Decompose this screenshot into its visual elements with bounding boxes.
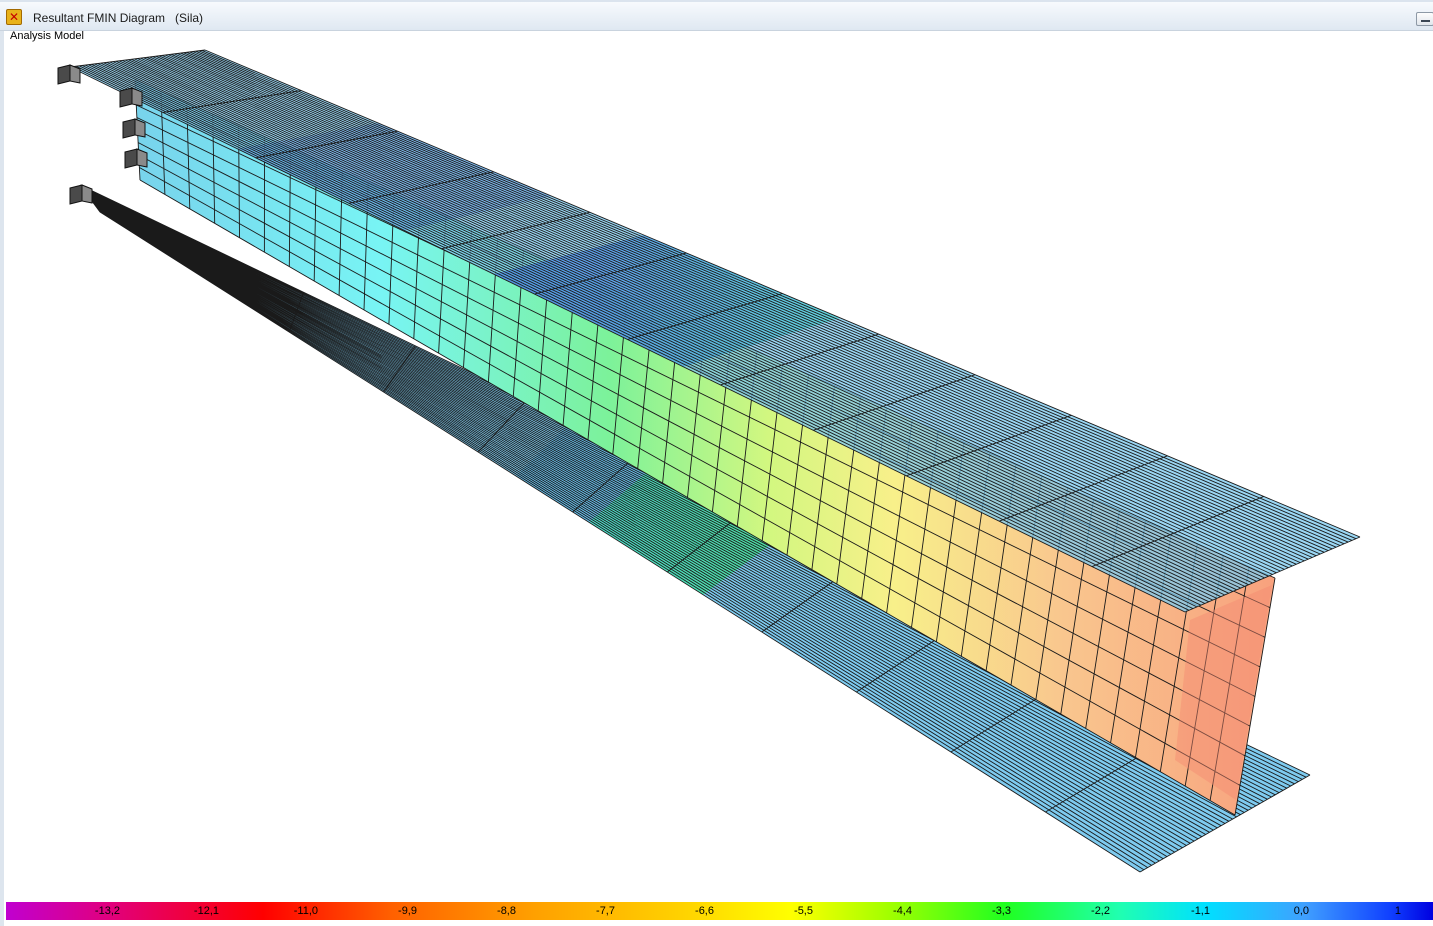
app-window: ✕ Resultant FMIN Diagram (Sila) Analysis…	[0, 0, 1433, 926]
legend-tick-label: -9,9	[398, 905, 417, 917]
legend-tick-label: -4,4	[893, 905, 912, 917]
support-icon-side	[81, 184, 93, 204]
legend-tick-label: -1,1	[1191, 905, 1210, 917]
legend-tick-label: 0,0	[1293, 905, 1309, 917]
support-icon	[124, 148, 138, 169]
app-logo-icon[interactable]: ✕	[6, 9, 22, 25]
support-icon	[122, 118, 136, 139]
window-title: Resultant FMIN Diagram (Sila)	[33, 11, 204, 25]
restore-window-icon[interactable]	[1416, 12, 1433, 26]
support-icon	[57, 64, 71, 85]
legend-tick-label: -5,5	[794, 905, 813, 917]
legend-tick-label: -12,1	[193, 905, 219, 917]
support-icon	[69, 184, 83, 205]
legend-tick-label: -8,8	[497, 905, 516, 917]
legend-tick-label: -6,6	[695, 905, 714, 917]
legend-tick-label: -7,7	[596, 905, 615, 917]
model-label: Analysis Model	[10, 30, 84, 42]
legend-tick-label: -3,3	[992, 905, 1011, 917]
support-icon	[119, 87, 133, 108]
window-frame-left	[0, 31, 4, 926]
title-bar: ✕ Resultant FMIN Diagram (Sila)	[0, 0, 1433, 31]
legend-tick-label: -11,0	[293, 905, 318, 917]
legend-tick-label: -2,2	[1091, 905, 1110, 917]
legend-tick-label: -13,2	[94, 905, 120, 917]
color-scale-legend: -13,2 -12,1 -11,0 -9,9 -8,8 -7,7 -6,6 -5,5 -4,4 -…	[6, 902, 1433, 920]
model-viewport[interactable]	[0, 0, 1433, 926]
legend-tick-label: 1	[1394, 905, 1401, 917]
